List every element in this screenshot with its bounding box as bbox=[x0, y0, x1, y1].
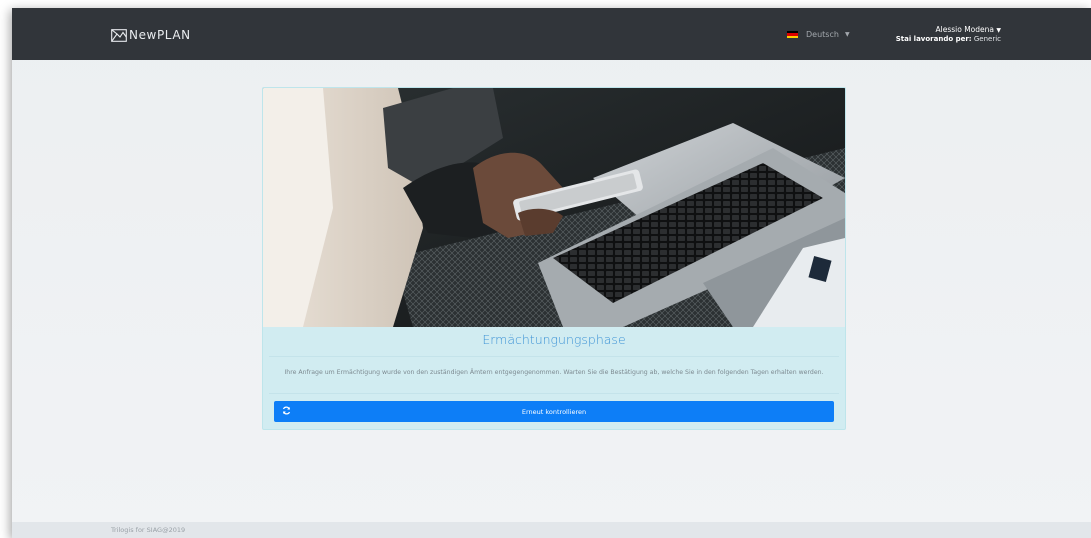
footer: Trilogis for SIAG@2019 bbox=[12, 522, 1091, 538]
caret-down-icon: ▼ bbox=[996, 27, 1001, 34]
working-for-value: Generic bbox=[973, 35, 1001, 43]
recheck-button-label: Erneut kontrollieren bbox=[521, 407, 587, 416]
brand-name: NewPLAN bbox=[129, 28, 191, 42]
german-flag-icon bbox=[787, 31, 798, 38]
divider bbox=[269, 393, 839, 394]
app-window: NewPLAN Deutsch ▼ Alessio Modena ▼ Stai … bbox=[12, 8, 1091, 538]
refresh-icon bbox=[282, 406, 291, 415]
user-menu[interactable]: Alessio Modena ▼ Stai lavorando per: Gen… bbox=[896, 25, 1001, 44]
footer-copyright: Trilogis for SIAG@2019 bbox=[111, 526, 186, 534]
brand[interactable]: NewPLAN bbox=[111, 28, 191, 42]
hero-image bbox=[263, 88, 845, 327]
caret-down-icon: ▼ bbox=[844, 31, 850, 38]
newplan-logo-icon bbox=[111, 28, 127, 42]
card-title: Ermächtungungsphase bbox=[482, 332, 626, 347]
divider bbox=[269, 356, 839, 357]
recheck-button[interactable]: Erneut kontrollieren bbox=[274, 401, 834, 422]
authorization-card: Ermächtungungsphase Ihre Anfrage um Ermä… bbox=[262, 87, 846, 430]
language-selector[interactable]: Deutsch ▼ bbox=[787, 30, 850, 39]
card-message: Ihre Anfrage um Ermächtigung wurde von d… bbox=[284, 369, 824, 376]
language-label: Deutsch bbox=[806, 30, 839, 39]
navbar: NewPLAN Deutsch ▼ Alessio Modena ▼ Stai … bbox=[12, 8, 1091, 60]
user-name: Alessio Modena bbox=[935, 25, 994, 34]
working-for-label: Stai lavorando per: bbox=[895, 35, 972, 43]
